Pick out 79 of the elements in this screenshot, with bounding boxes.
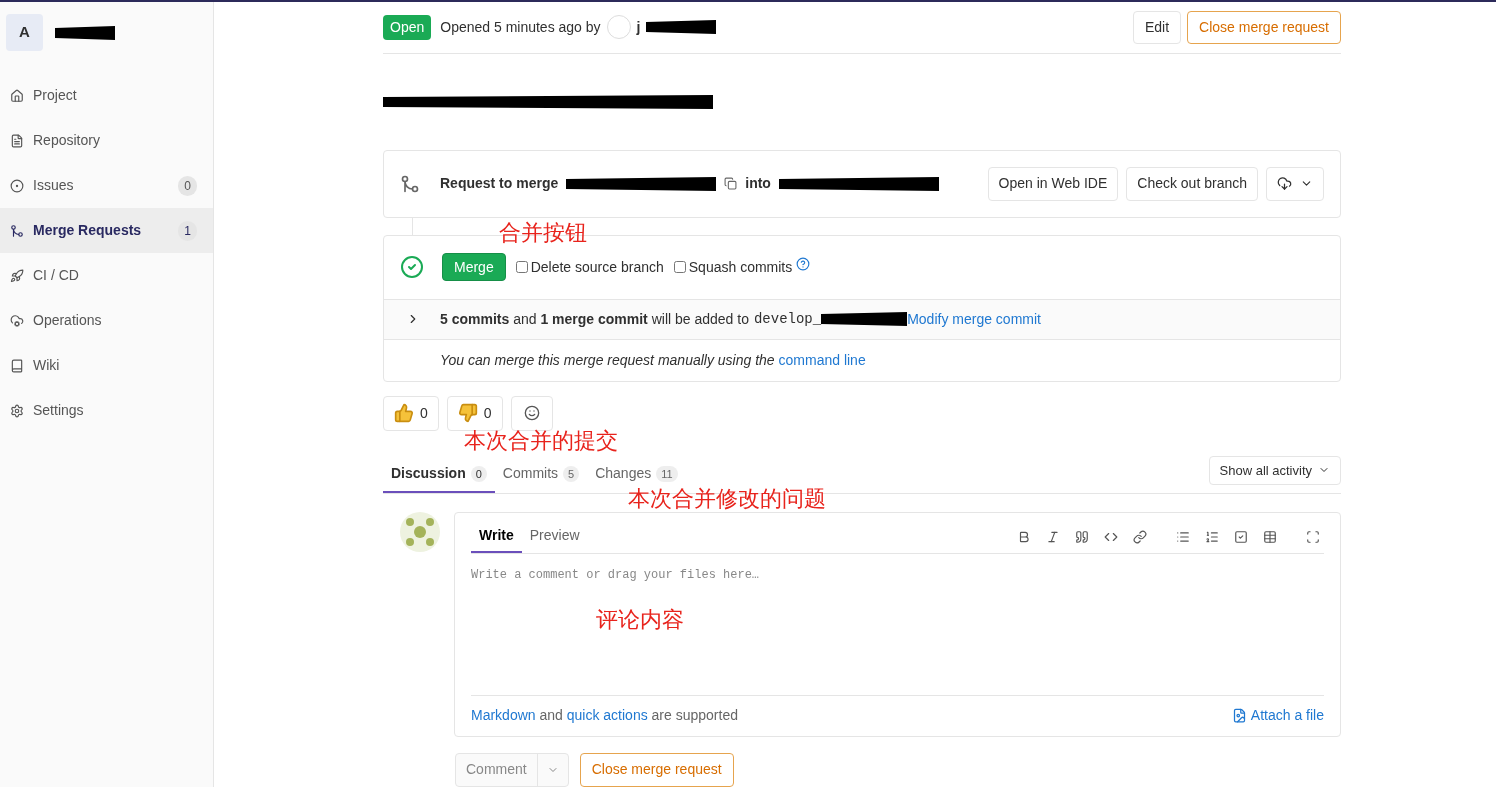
activity-filter-dropdown[interactable]: Show all activity (1208, 456, 1341, 485)
italic-icon[interactable] (1046, 530, 1060, 544)
issues-icon (10, 178, 24, 193)
checklist-icon[interactable] (1234, 530, 1248, 544)
tab[interactable]: Commits 5 (494, 457, 588, 493)
annotation-text: 本次合并的提交 (464, 430, 618, 452)
merge-icon (10, 223, 24, 238)
cicd-icon (10, 268, 24, 283)
project-icon (10, 88, 24, 103)
count-badge: 0 (470, 465, 487, 483)
editor-tab[interactable]: Write (471, 521, 522, 553)
edit-button[interactable]: Edit (1132, 10, 1182, 44)
close-merge-request-button[interactable]: Close merge request (579, 753, 734, 787)
checkbox[interactable] (515, 261, 528, 274)
opened-text: Opened 5 minutes ago by (440, 17, 601, 37)
open-web-ide-button[interactable]: Open in Web IDE (987, 166, 1119, 201)
count-badge: 1 (178, 220, 197, 241)
editor-tab[interactable]: Preview (521, 521, 588, 553)
redaction-scribble (646, 20, 717, 35)
link-icon[interactable] (1133, 530, 1147, 544)
count-badge: 5 (563, 465, 580, 483)
check-out-branch-button[interactable]: Check out branch (1126, 166, 1258, 201)
sidebar-item[interactable]: Repository (0, 118, 213, 163)
commits-summary: 5 commits and 1 merge commit will be added to (440, 309, 749, 329)
reaction-button[interactable]: 0 (383, 395, 439, 432)
sidebar-item[interactable]: Merge Requests 1 (0, 208, 213, 253)
project-avatar: A (6, 14, 43, 51)
code-icon[interactable] (1104, 530, 1118, 544)
operations-icon (10, 313, 24, 328)
smiley-icon (523, 405, 540, 422)
bold-icon[interactable] (1017, 530, 1031, 544)
modify-merge-commit-link[interactable]: Modify merge commit (907, 308, 1041, 330)
checkbox-option[interactable]: Squash commits (673, 256, 793, 278)
repository-icon (10, 133, 24, 148)
sidebar-item[interactable]: Project (0, 73, 213, 118)
fullscreen-icon[interactable] (1306, 530, 1320, 544)
into-label: into (745, 174, 771, 194)
quote-icon[interactable] (1075, 530, 1089, 544)
sidebar-item[interactable]: Operations (0, 298, 213, 343)
redaction-scribble (55, 25, 115, 40)
bullet-list-icon[interactable] (1176, 530, 1190, 544)
markdown-hint: Markdown and quick actions are supported (471, 706, 738, 726)
thumbs-up-icon (394, 403, 414, 424)
annotation-text: 合并按钮 (499, 222, 587, 244)
count-badge: 11 (656, 465, 678, 483)
check-circle-icon (400, 255, 424, 280)
author-avatar (606, 15, 631, 40)
count-badge: 0 (178, 175, 197, 196)
settings-icon (10, 403, 24, 418)
command-line-link[interactable]: command line (778, 351, 866, 368)
image-file-icon (1231, 708, 1247, 724)
user-avatar (400, 512, 440, 552)
sidebar-item[interactable]: Issues 0 (0, 163, 213, 208)
attach-file-link[interactable]: Attach a file (1231, 705, 1324, 727)
sidebar-item[interactable]: CI / CD (0, 253, 213, 298)
copy-icon (724, 177, 738, 191)
thumbs-down-icon (457, 403, 478, 424)
annotation-text: 评论内容 (596, 609, 684, 631)
request-to-merge-label: Request to merge (440, 174, 559, 194)
target-branch: develop_ (753, 309, 822, 329)
annotation-text: 本次合并修改的问题 (628, 488, 826, 510)
help-icon (796, 257, 811, 272)
close-merge-request-button[interactable]: Close merge request (1187, 10, 1341, 44)
tab[interactable]: Discussion 0 (383, 457, 495, 493)
status-badge: Open (383, 14, 432, 40)
numbered-list-icon[interactable] (1205, 530, 1219, 544)
table-icon[interactable] (1263, 530, 1277, 544)
sidebar-item[interactable]: Wiki (0, 343, 213, 388)
markdown-link[interactable]: Markdown (471, 707, 536, 724)
merge-icon (400, 173, 420, 194)
download-icon (1277, 176, 1292, 192)
quick-actions-link[interactable]: quick actions (566, 707, 648, 724)
manual-merge-text: You can merge this merge request manually using the command line (440, 350, 866, 370)
download-dropdown[interactable] (1266, 166, 1324, 201)
sidebar-item[interactable]: Settings (0, 388, 213, 433)
checkbox[interactable] (673, 261, 686, 274)
wiki-icon (10, 358, 24, 373)
checkbox-option[interactable]: Delete source branch (515, 256, 664, 278)
author-name: j (636, 17, 641, 37)
